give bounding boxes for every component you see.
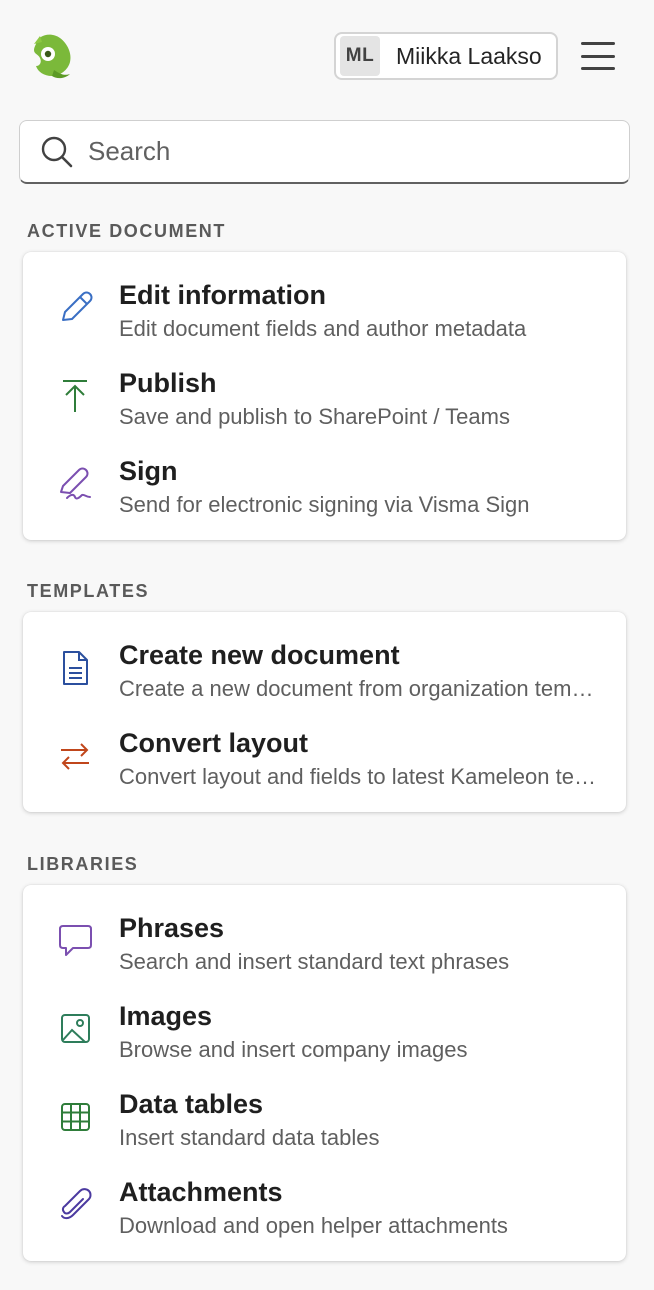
convert-layout-item[interactable]: Convert layout Convert layout and fields… <box>23 726 626 814</box>
user-avatar-initials: ML <box>340 36 380 76</box>
item-title: Data tables <box>119 1089 264 1119</box>
speech-bubble-icon <box>59 925 92 956</box>
section-title-templates: TEMPLATES <box>27 581 150 601</box>
item-title: Edit information <box>119 280 326 310</box>
user-account-button[interactable]: ML Miikka Laakso <box>334 32 558 80</box>
item-description: Edit document fields and author metadata <box>119 316 527 341</box>
item-description: Browse and insert company images <box>119 1037 468 1062</box>
section-title-libraries: LIBRARIES <box>27 854 139 874</box>
sign-item[interactable]: Sign Send for electronic signing via Vis… <box>23 454 626 542</box>
libraries-card: Phrases Search and insert standard text … <box>23 885 626 1261</box>
item-title: Publish <box>119 368 217 398</box>
signature-pen-icon <box>60 467 91 500</box>
document-icon <box>63 651 88 685</box>
chameleon-logo-icon[interactable] <box>30 30 74 82</box>
table-grid-icon <box>61 1103 90 1131</box>
item-title: Convert layout <box>119 728 309 758</box>
phrases-item[interactable]: Phrases Search and insert standard text … <box>23 911 626 999</box>
swap-arrows-icon <box>61 743 89 770</box>
data-tables-item[interactable]: Data tables Insert standard data tables <box>23 1087 626 1175</box>
item-description: Download and open helper attachments <box>119 1213 508 1238</box>
item-description: Save and publish to SharePoint / Teams <box>119 404 510 429</box>
item-title: Attachments <box>119 1177 283 1207</box>
images-item[interactable]: Images Browse and insert company images <box>23 999 626 1087</box>
attachments-item[interactable]: Attachments Download and open helper att… <box>23 1175 626 1263</box>
pencil-icon <box>62 291 93 321</box>
hamburger-menu-icon[interactable] <box>578 38 618 74</box>
item-title: Create new document <box>119 640 400 670</box>
upload-arrow-icon <box>63 380 87 412</box>
search-icon <box>41 136 73 167</box>
search-input[interactable] <box>88 136 588 167</box>
paperclip-icon <box>61 1188 92 1220</box>
image-icon <box>61 1014 90 1043</box>
item-description: Search and insert standard text phrases <box>119 949 510 974</box>
item-title: Images <box>119 1001 213 1031</box>
user-name: Miikka Laakso <box>396 42 542 69</box>
item-description: Insert standard data tables <box>119 1125 380 1150</box>
publish-item[interactable]: Publish Save and publish to SharePoint /… <box>23 366 626 454</box>
search-box <box>19 120 630 184</box>
create-new-document-item[interactable]: Create new document Create a new documen… <box>23 638 626 726</box>
section-title-active-document: ACTIVE DOCUMENT <box>27 221 226 241</box>
edit-information-item[interactable]: Edit information Edit document fields an… <box>23 278 626 366</box>
item-description: Create a new document from organization … <box>119 676 601 701</box>
item-title: Phrases <box>119 913 225 943</box>
active-document-card: Edit information Edit document fields an… <box>23 252 626 540</box>
item-description: Convert layout and fields to latest Kame… <box>119 764 601 789</box>
templates-card: Create new document Create a new documen… <box>23 612 626 812</box>
top-bar: ML Miikka Laakso <box>0 0 654 110</box>
item-title: Sign <box>119 456 178 486</box>
item-description: Send for electronic signing via Visma Si… <box>119 492 530 517</box>
